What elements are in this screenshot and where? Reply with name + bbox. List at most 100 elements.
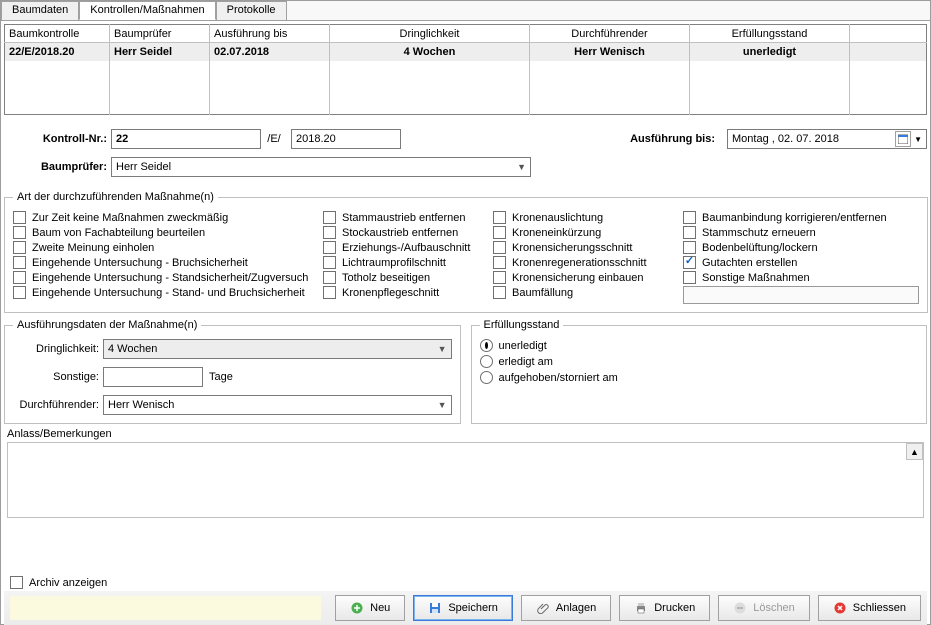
checkbox[interactable] [323, 256, 336, 269]
checkbox-label: Kronensicherung einbauen [512, 272, 644, 284]
table-row[interactable] [5, 79, 927, 97]
col-spacer [850, 25, 927, 43]
new-button[interactable]: Neu [335, 595, 405, 621]
checkbox[interactable] [493, 226, 506, 239]
radio-erledigt-label: erledigt am [499, 356, 553, 368]
checkbox[interactable] [13, 226, 26, 239]
remarks-textarea[interactable]: ▲ [7, 442, 924, 518]
checkbox[interactable] [323, 241, 336, 254]
col-dringlichkeit[interactable]: Dringlichkeit [330, 25, 530, 43]
checkbox-label: Baumanbindung korrigieren/entfernen [702, 212, 887, 224]
measure-checkbox-row[interactable]: Kronensicherungsschnitt [493, 241, 673, 254]
checkbox[interactable] [683, 241, 696, 254]
date-value: Montag , 02. 07. 2018 [732, 133, 839, 145]
measure-checkbox-row[interactable]: Stockaustrieb entfernen [323, 226, 483, 239]
measure-checkbox-row[interactable]: Zweite Meinung einholen [13, 241, 313, 254]
checkbox[interactable] [683, 256, 696, 269]
col-durchfuehrender[interactable]: Durchführender [530, 25, 690, 43]
sonstige-input[interactable] [103, 367, 203, 387]
measure-checkbox-row[interactable]: Kronensicherung einbauen [493, 271, 673, 284]
measure-checkbox-row[interactable]: Baumanbindung korrigieren/entfernen [683, 211, 919, 224]
tab-kontrollen[interactable]: Kontrollen/Maßnahmen [79, 1, 215, 20]
measure-checkbox-row[interactable]: Stammaustrieb entfernen [323, 211, 483, 224]
radio-unerledigt[interactable] [480, 339, 493, 352]
measure-checkbox-row[interactable]: Gutachten erstellen [683, 256, 919, 269]
checkbox[interactable] [493, 286, 506, 299]
col-baumpruefer[interactable]: Baumprüfer [110, 25, 210, 43]
chevron-down-icon[interactable]: ▼ [914, 135, 922, 144]
checkbox[interactable] [323, 271, 336, 284]
baumpruefer-value: Herr Seidel [116, 161, 171, 173]
close-button-label: Schliessen [853, 602, 906, 614]
tab-protokolle[interactable]: Protokolle [216, 1, 287, 20]
measure-checkbox-row[interactable]: Eingehende Untersuchung - Standsicherhei… [13, 271, 313, 284]
checkbox[interactable] [13, 241, 26, 254]
measure-checkbox-row[interactable]: Sonstige Maßnahmen [683, 271, 919, 284]
tage-label: Tage [203, 371, 243, 383]
checkbox[interactable] [13, 256, 26, 269]
date-input[interactable]: Montag , 02. 07. 2018 ▼ [727, 129, 927, 149]
archive-checkbox[interactable] [10, 576, 23, 589]
checkbox[interactable] [13, 271, 26, 284]
calendar-icon[interactable] [895, 131, 911, 147]
close-button[interactable]: Schliessen [818, 595, 921, 621]
col-baumkontrolle[interactable]: Baumkontrolle [5, 25, 110, 43]
chevron-down-icon: ▼ [438, 344, 447, 354]
scroll-up-icon[interactable]: ▲ [906, 443, 923, 460]
checkbox[interactable] [493, 211, 506, 224]
print-button[interactable]: Drucken [619, 595, 710, 621]
measure-checkbox-row[interactable]: Bodenbelüftung/lockern [683, 241, 919, 254]
checkbox[interactable] [683, 211, 696, 224]
checkbox[interactable] [493, 241, 506, 254]
dringlichkeit-select[interactable]: 4 Wochen ▼ [103, 339, 452, 359]
checkbox[interactable] [683, 226, 696, 239]
measure-checkbox-row[interactable]: Zur Zeit keine Maßnahmen zweckmäßig [13, 211, 313, 224]
measure-checkbox-row[interactable]: Kroneneinkürzung [493, 226, 673, 239]
checkbox-label: Baum von Fachabteilung beurteilen [32, 227, 205, 239]
tab-baumdaten[interactable]: Baumdaten [1, 1, 79, 20]
col-ausfuehrung-bis[interactable]: Ausführung bis [210, 25, 330, 43]
checkbox[interactable] [493, 271, 506, 284]
measure-checkbox-row[interactable]: Eingehende Untersuchung - Bruchsicherhei… [13, 256, 313, 269]
measure-checkbox-row[interactable]: Totholz beseitigen [323, 271, 483, 284]
measure-checkbox-row[interactable]: Baum von Fachabteilung beurteilen [13, 226, 313, 239]
checkbox-label: Lichtraumprofilschnitt [342, 257, 446, 269]
minus-icon [733, 601, 747, 615]
checkbox[interactable] [13, 211, 26, 224]
checkbox-label: Gutachten erstellen [702, 257, 797, 269]
measure-checkbox-row[interactable]: Baumfällung [493, 286, 673, 299]
measure-checkbox-row[interactable]: Kronenregenerationsschnitt [493, 256, 673, 269]
baumpruefer-select[interactable]: Herr Seidel ▼ [111, 157, 531, 177]
kontroll-year-input[interactable] [291, 129, 401, 149]
attachments-button[interactable]: Anlagen [521, 595, 611, 621]
checkbox-label: Zur Zeit keine Maßnahmen zweckmäßig [32, 212, 228, 224]
radio-aufgehoben[interactable] [480, 371, 493, 384]
radio-erledigt[interactable] [480, 355, 493, 368]
table-row[interactable] [5, 61, 927, 79]
checkbox[interactable] [323, 286, 336, 299]
checkbox[interactable] [323, 226, 336, 239]
durchfuehrender-select[interactable]: Herr Wenisch ▼ [103, 395, 452, 415]
attachments-button-label: Anlagen [556, 602, 596, 614]
table-row[interactable]: 22/E/2018.20 Herr Seidel 02.07.2018 4 Wo… [5, 43, 927, 61]
ausfuehrung-bis-label: Ausführung bis: [630, 133, 719, 145]
controls-table[interactable]: Baumkontrolle Baumprüfer Ausführung bis … [4, 24, 927, 115]
measure-checkbox-row[interactable]: Erziehungs-/Aufbauschnitt [323, 241, 483, 254]
table-row[interactable] [5, 97, 927, 115]
measure-checkbox-row[interactable]: Stammschutz erneuern [683, 226, 919, 239]
measure-checkbox-row[interactable]: Lichtraumprofilschnitt [323, 256, 483, 269]
checkbox[interactable] [13, 286, 26, 299]
delete-button[interactable]: Löschen [718, 595, 810, 621]
save-button[interactable]: Speichern [413, 595, 513, 621]
measure-checkbox-row[interactable]: Eingehende Untersuchung - Stand- und Bru… [13, 286, 313, 299]
chevron-down-icon: ▼ [517, 162, 526, 172]
checkbox[interactable] [323, 211, 336, 224]
sonstige-massnahmen-input[interactable] [683, 286, 919, 304]
checkbox[interactable] [683, 271, 696, 284]
checkbox[interactable] [493, 256, 506, 269]
col-erfuellungsstand[interactable]: Erfüllungsstand [690, 25, 850, 43]
measure-checkbox-row[interactable]: Kronenauslichtung [493, 211, 673, 224]
measure-checkbox-row[interactable]: Kronenpflegeschnitt [323, 286, 483, 299]
cell-dringlichkeit: 4 Wochen [330, 43, 530, 61]
kontroll-nr-input[interactable] [111, 129, 261, 149]
